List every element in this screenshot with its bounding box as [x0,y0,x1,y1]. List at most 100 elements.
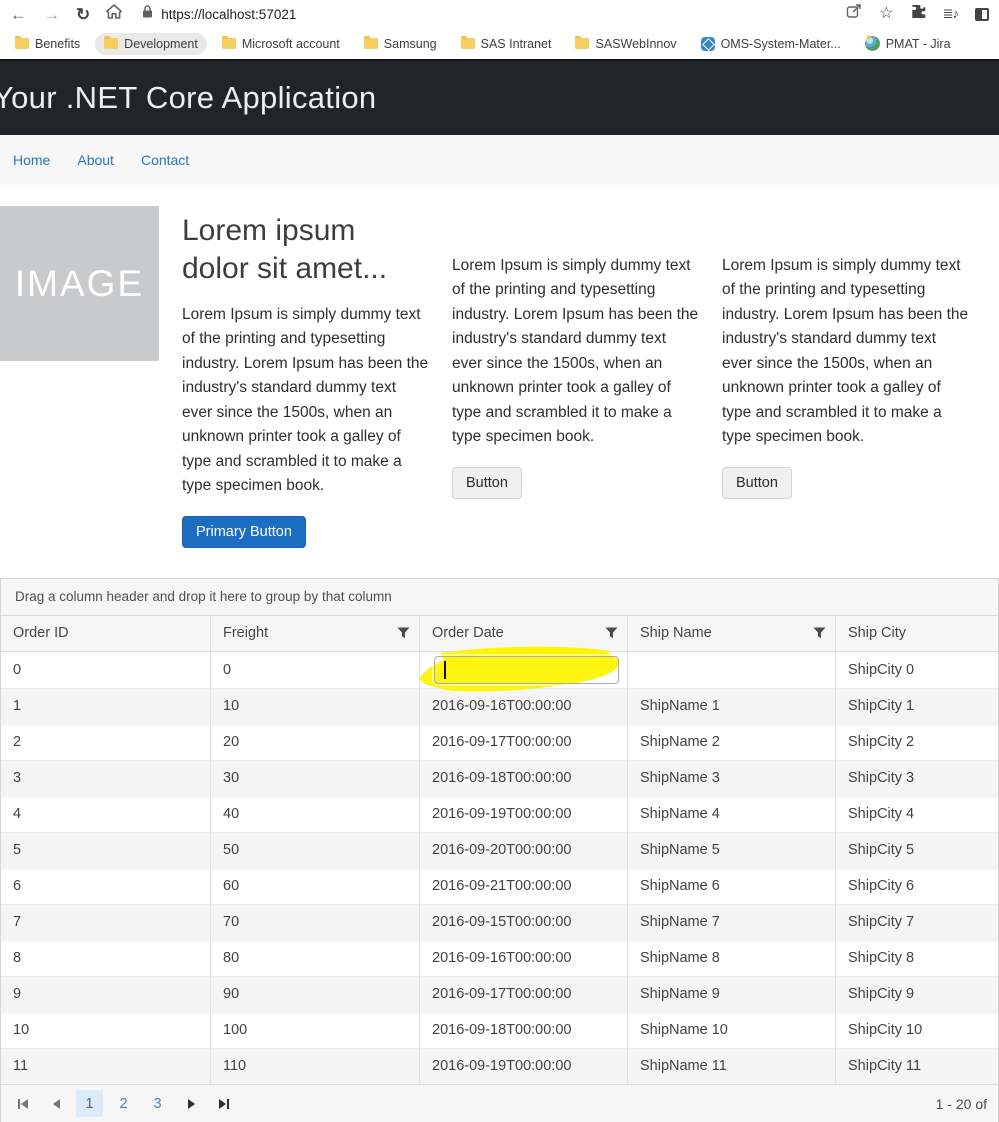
page-button-2[interactable]: 2 [110,1090,137,1117]
cell-freight: 0 [210,652,419,688]
share-icon[interactable] [846,4,862,24]
column-header-order-id[interactable]: Order ID [1,616,210,652]
table-row: 8802016-09-16T00:00:00ShipName 8ShipCity… [1,940,998,976]
bookmark-item[interactable]: Development [95,33,207,55]
cell-order-id: 3 [1,760,210,796]
extensions-icon[interactable] [911,4,926,24]
bookmark-item[interactable]: PMAT - Jira [856,32,960,55]
column-header-ship-city[interactable]: Ship City [835,616,998,652]
group-drop-zone[interactable]: Drag a column header and drop it here to… [1,579,998,616]
cell-ship-city: ShipCity 8 [835,940,998,976]
home-icon[interactable] [106,4,122,24]
image-placeholder: IMAGE [0,206,159,361]
bookmark-star-icon[interactable]: ☆ [879,6,893,22]
bookmark-item[interactable]: SAS Intranet [452,33,561,55]
cell-freight: 40 [210,796,419,832]
cell-ship-city: ShipCity 3 [835,760,998,796]
cell-order-id: 8 [1,940,210,976]
cell-freight: 80 [210,940,419,976]
hero-paragraph: Lorem Ipsum is simply dummy text of the … [722,254,969,450]
filter-icon[interactable] [813,627,826,639]
folder-icon [575,38,589,49]
previous-page-button[interactable] [43,1091,69,1117]
order-date-filter-wrap [432,656,615,684]
table-row: 3302016-09-18T00:00:00ShipName 3ShipCity… [1,760,998,796]
secondary-button[interactable]: Button [452,467,522,499]
secondary-button[interactable]: Button [722,467,792,499]
bookmarks-bar: Benefits Development Microsoft account Sams… [0,28,999,59]
url-text[interactable]: https://localhost:57021 [161,7,296,22]
cell-order-id: 11 [1,1048,210,1084]
cell-ship-name: ShipName 1 [627,688,835,724]
cell-ship-city: ShipCity 10 [835,1012,998,1048]
column-header-label: Freight [223,625,268,641]
cell-ship-name: ShipName 6 [627,868,835,904]
cell-ship-name: ShipName 9 [627,976,835,1012]
cell-order-date: 2016-09-19T00:00:00 [419,1048,627,1084]
forward-icon[interactable]: → [43,6,60,23]
nav-link-home[interactable]: Home [13,152,50,168]
cell-order-date: 2016-09-17T00:00:00 [419,976,627,1012]
bookmark-label: Samsung [384,37,437,51]
order-date-filter-input[interactable] [434,656,619,684]
bookmark-item[interactable]: OMS-System-Mater... [692,33,850,55]
orders-table: Order ID Freight Order Date Ship Name Ship C… [1,616,998,1084]
app-header: Your .NET Core Application [0,59,999,135]
folder-icon [222,38,236,49]
filter-icon[interactable] [397,627,410,639]
column-header-label: Ship Name [640,625,712,641]
cell-order-date: 2016-09-19T00:00:00 [419,796,627,832]
hero-paragraph: Lorem Ipsum is simply dummy text of the … [182,303,429,499]
cell-ship-city: ShipCity 5 [835,832,998,868]
cell-ship-name [627,652,835,688]
column-header-order-date[interactable]: Order Date [419,616,627,652]
cell-ship-city: ShipCity 6 [835,868,998,904]
cell-ship-name: ShipName 11 [627,1048,835,1084]
table-row: 00 ShipCity 0 [1,652,998,688]
column-header-ship-name[interactable]: Ship Name [627,616,835,652]
folder-icon [461,38,475,49]
lock-icon [142,5,153,23]
oms-icon [701,37,715,51]
next-page-button[interactable] [178,1091,204,1117]
column-header-freight[interactable]: Freight [210,616,419,652]
page-button-1[interactable]: 1 [76,1090,103,1117]
address-bar[interactable]: https://localhost:57021 [142,5,830,23]
last-page-button[interactable] [211,1091,237,1117]
cell-order-date: 2016-09-16T00:00:00 [419,688,627,724]
bookmark-item[interactable]: SASWebInnov [566,33,685,55]
cell-order-id: 0 [1,652,210,688]
column-header-label: Order Date [432,625,504,641]
cell-order-id: 4 [1,796,210,832]
image-placeholder-label: IMAGE [15,263,144,305]
browser-toolbar: ← → ↻ https://localhost:57021 ☆ ≣♪ [0,0,999,28]
nav-link-contact[interactable]: Contact [141,152,189,168]
nav-link-about[interactable]: About [77,152,114,168]
primary-button[interactable]: Primary Button [182,516,306,548]
bookmark-label: SAS Intranet [481,37,552,51]
cell-freight: 100 [210,1012,419,1048]
page-button-3[interactable]: 3 [144,1090,171,1117]
first-page-button[interactable] [10,1091,36,1117]
cell-order-date: 2016-09-15T00:00:00 [419,904,627,940]
cell-order-id: 1 [1,688,210,724]
cell-order-id: 9 [1,976,210,1012]
cell-ship-city: ShipCity 2 [835,724,998,760]
hero-column-3: Lorem Ipsum is simply dummy text of the … [722,206,969,548]
back-icon[interactable]: ← [10,6,27,23]
bookmark-item[interactable]: Benefits [6,33,89,55]
table-row: 101002016-09-18T00:00:00ShipName 10ShipC… [1,1012,998,1048]
folder-icon [104,38,118,49]
text-caret [444,661,446,679]
bookmark-item[interactable]: Samsung [355,33,446,55]
filter-icon[interactable] [605,627,618,639]
refresh-icon[interactable]: ↻ [76,6,90,23]
cell-ship-name: ShipName 2 [627,724,835,760]
cell-ship-city: ShipCity 0 [835,652,998,688]
bookmark-item[interactable]: Microsoft account [213,33,349,55]
cell-order-id: 5 [1,832,210,868]
bookmark-label: Microsoft account [242,37,340,51]
side-panel-icon[interactable] [975,8,989,21]
media-controls-icon[interactable]: ≣♪ [943,6,958,22]
cell-order-date: 2016-09-17T00:00:00 [419,724,627,760]
